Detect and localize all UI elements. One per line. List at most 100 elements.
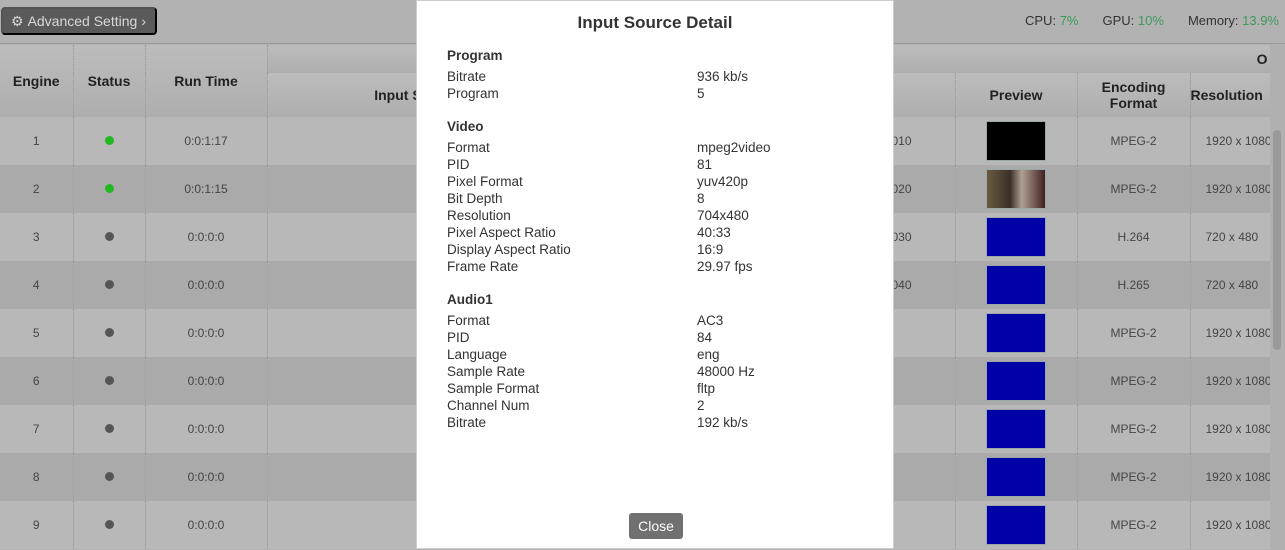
- gpu-label: GPU:: [1102, 13, 1135, 28]
- header-engine[interactable]: Engine: [0, 45, 74, 117]
- section-title: Program: [447, 48, 503, 63]
- preview-cell[interactable]: [955, 501, 1078, 549]
- preview-cell[interactable]: [955, 117, 1078, 165]
- section-title: Video: [447, 119, 484, 134]
- status-dot-icon: [104, 232, 114, 241]
- resolution-cell: 1920 x 1080: [1190, 357, 1271, 405]
- detail-key: Resolution: [447, 208, 511, 223]
- detail-row: PID 84: [447, 329, 867, 346]
- resource-stats: CPU: 7% GPU: 10% Memory: 13.9%: [1025, 13, 1279, 28]
- detail-key: Bitrate: [447, 415, 487, 430]
- preview-cell[interactable]: [955, 453, 1078, 501]
- status-cell: [73, 213, 146, 261]
- detail-value: yuv420p: [697, 174, 749, 189]
- resolution-cell: 720 x 480: [1190, 213, 1271, 261]
- header-status[interactable]: Status: [73, 45, 146, 117]
- detail-value: 48000 Hz: [697, 364, 755, 379]
- preview-thumbnail[interactable]: [986, 361, 1046, 401]
- engine-cell: 1: [0, 117, 74, 165]
- cpu-value: 7%: [1059, 13, 1079, 28]
- detail-key: PID: [447, 157, 470, 172]
- header-encoding[interactable]: Encoding Format: [1077, 73, 1191, 117]
- header-runtime[interactable]: Run Time: [145, 45, 268, 117]
- preview-cell[interactable]: [955, 357, 1078, 405]
- status-cell: [73, 357, 146, 405]
- encoding-cell: H.264: [1077, 213, 1191, 261]
- detail-value: 192 kb/s: [697, 415, 749, 430]
- detail-row: Format mpeg2video: [447, 139, 867, 156]
- status-dot-icon: [104, 376, 114, 385]
- detail-value: mpeg2video: [697, 140, 771, 155]
- preview-thumbnail[interactable]: [986, 169, 1046, 209]
- close-button[interactable]: Close: [629, 513, 683, 539]
- detail-row: Sample Rate 48000 Hz: [447, 363, 867, 380]
- advanced-setting-button[interactable]: ⚙ Advanced Setting ›: [1, 7, 157, 35]
- runtime-cell: 0:0:0:0: [145, 261, 268, 309]
- memory-label: Memory:: [1187, 13, 1239, 28]
- engine-cell: 3: [0, 213, 74, 261]
- detail-row: PID 81: [447, 156, 867, 173]
- preview-cell[interactable]: [955, 309, 1078, 357]
- detail-row: Bitrate 936 kb/s: [447, 68, 867, 85]
- preview-cell[interactable]: [955, 405, 1078, 453]
- preview-thumbnail[interactable]: [986, 265, 1046, 305]
- runtime-cell: 0:0:0:0: [145, 357, 268, 405]
- detail-row: Frame Rate 29.97 fps: [447, 258, 867, 275]
- gpu-value: 10%: [1137, 13, 1164, 28]
- runtime-cell: 0:0:0:0: [145, 213, 268, 261]
- preview-cell[interactable]: [955, 261, 1078, 309]
- detail-row: Bit Depth 8: [447, 190, 867, 207]
- encoding-cell: MPEG-2: [1077, 357, 1191, 405]
- detail-row: Program 5: [447, 85, 867, 102]
- detail-value: fltp: [697, 381, 716, 396]
- section-title: Audio1: [447, 292, 493, 307]
- status-cell: [73, 501, 146, 549]
- modal-title: Input Source Detail: [577, 13, 733, 32]
- preview-thumbnail[interactable]: [986, 313, 1046, 353]
- preview-thumbnail[interactable]: [986, 121, 1046, 161]
- resolution-cell: 1920 x 1080: [1190, 309, 1271, 357]
- header-preview[interactable]: Preview: [955, 73, 1078, 117]
- status-cell: [73, 261, 146, 309]
- detail-key: Format: [447, 140, 490, 155]
- engine-cell: 5: [0, 309, 74, 357]
- detail-row: Resolution 704x480: [447, 207, 867, 224]
- encoding-cell: MPEG-2: [1077, 405, 1191, 453]
- detail-key: Format: [447, 313, 490, 328]
- scrollbar-thumb[interactable]: [1273, 130, 1281, 350]
- engine-cell: 6: [0, 357, 74, 405]
- detail-row: Bitrate 192 kb/s: [447, 414, 867, 431]
- memory-value: 13.9%: [1242, 13, 1279, 28]
- detail-key: Pixel Format: [447, 174, 523, 189]
- encoding-cell: MPEG-2: [1077, 501, 1191, 549]
- detail-key: Language: [447, 347, 508, 362]
- detail-value: 16:9: [697, 242, 724, 257]
- detail-value: eng: [697, 347, 720, 362]
- detail-value: 81: [697, 157, 713, 172]
- detail-value: AC3: [697, 313, 724, 328]
- encoding-cell: MPEG-2: [1077, 309, 1191, 357]
- detail-row: Language eng: [447, 346, 867, 363]
- status-cell: [73, 117, 146, 165]
- runtime-cell: 0:0:1:15: [145, 165, 268, 213]
- preview-thumbnail[interactable]: [986, 505, 1046, 545]
- status-dot-icon: [104, 424, 114, 433]
- engine-cell: 9: [0, 501, 74, 549]
- status-dot-icon: [104, 184, 114, 193]
- preview-cell[interactable]: [955, 165, 1078, 213]
- detail-key: Sample Format: [447, 381, 540, 396]
- resolution-cell: 1920 x 1080: [1190, 453, 1271, 501]
- scrollbar[interactable]: [1270, 45, 1285, 550]
- preview-cell[interactable]: [955, 213, 1078, 261]
- resolution-cell: 1920 x 1080: [1190, 501, 1271, 549]
- encoding-cell: MPEG-2: [1077, 117, 1191, 165]
- encoding-cell: MPEG-2: [1077, 165, 1191, 213]
- status-cell: [73, 405, 146, 453]
- detail-row: Channel Num 2: [447, 397, 867, 414]
- preview-thumbnail[interactable]: [986, 457, 1046, 497]
- engine-cell: 4: [0, 261, 74, 309]
- preview-thumbnail[interactable]: [986, 217, 1046, 257]
- header-resolution[interactable]: Resolution: [1190, 73, 1271, 117]
- runtime-cell: 0:0:0:0: [145, 453, 268, 501]
- preview-thumbnail[interactable]: [986, 409, 1046, 449]
